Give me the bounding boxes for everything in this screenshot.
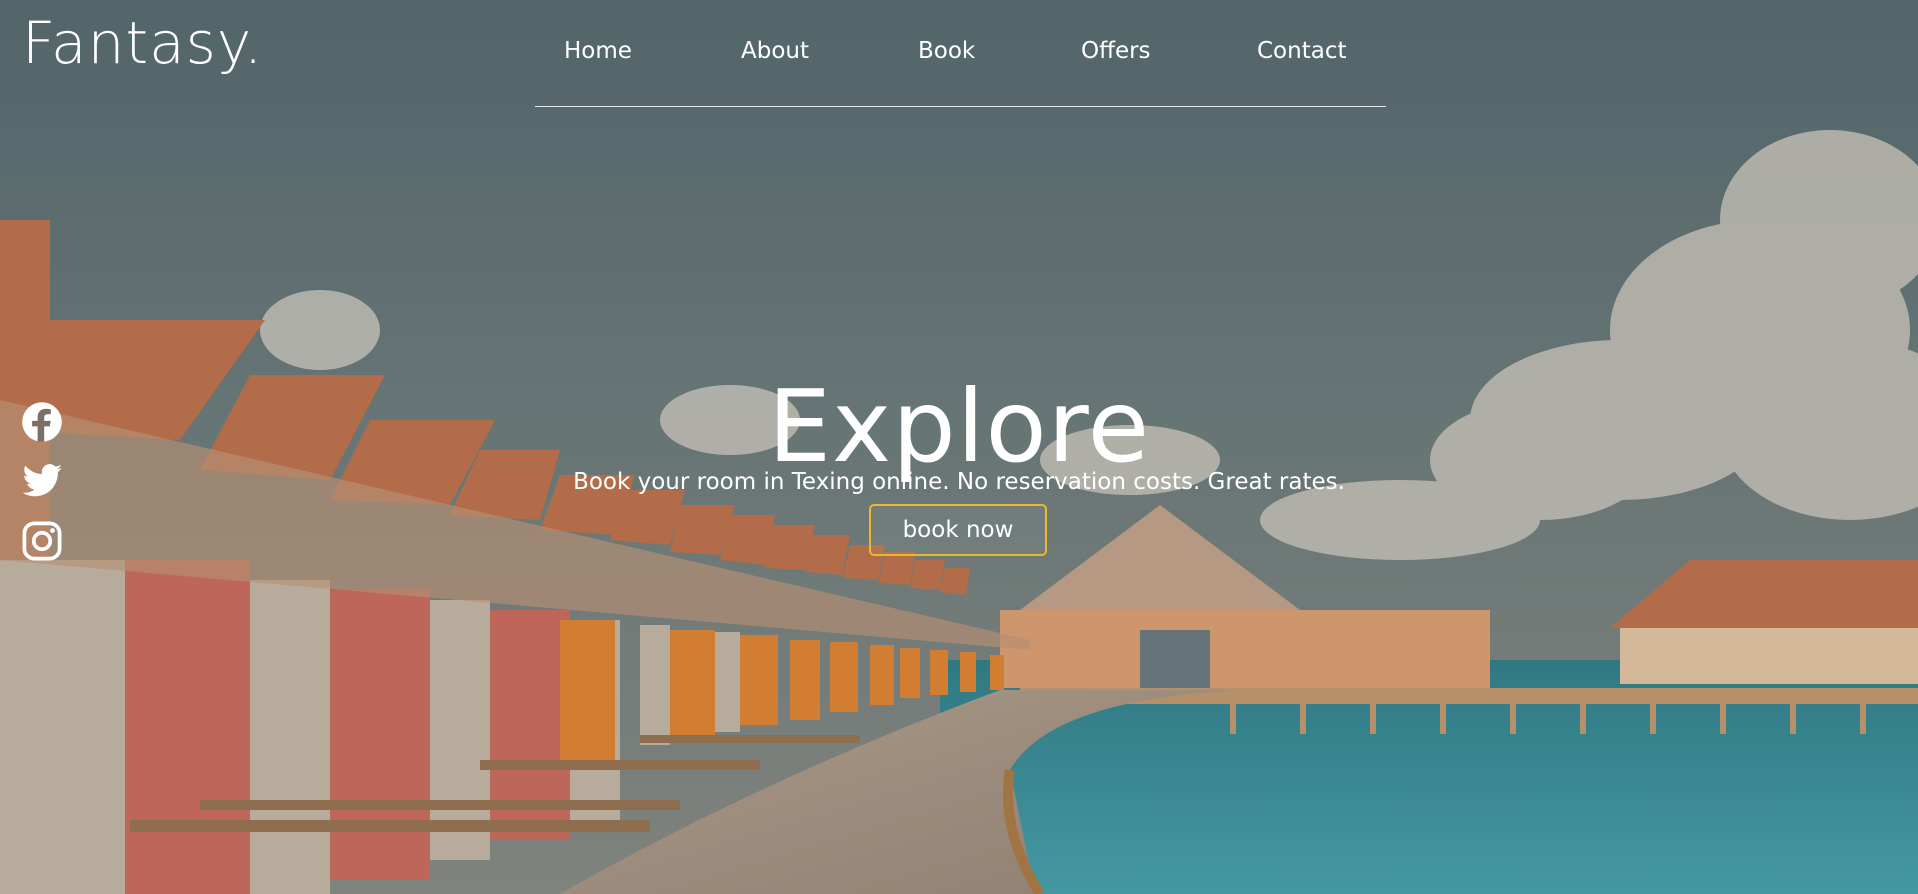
- nav-link-offers[interactable]: Offers: [1081, 38, 1151, 64]
- nav-link-book[interactable]: Book: [918, 38, 975, 64]
- hero-title: Explore: [767, 368, 1151, 485]
- book-now-button[interactable]: book now: [869, 504, 1047, 556]
- brand-logo[interactable]: Fantasy.: [22, 14, 263, 72]
- hero-subtitle: Book your room in Texing online. No rese…: [573, 469, 1345, 495]
- nav-link-contact[interactable]: Contact: [1257, 38, 1346, 64]
- main-nav: Home About Book Offers Contact: [535, 38, 1386, 107]
- instagram-icon[interactable]: [20, 519, 64, 563]
- nav-link-about[interactable]: About: [741, 38, 809, 64]
- nav-link-home[interactable]: Home: [564, 38, 632, 64]
